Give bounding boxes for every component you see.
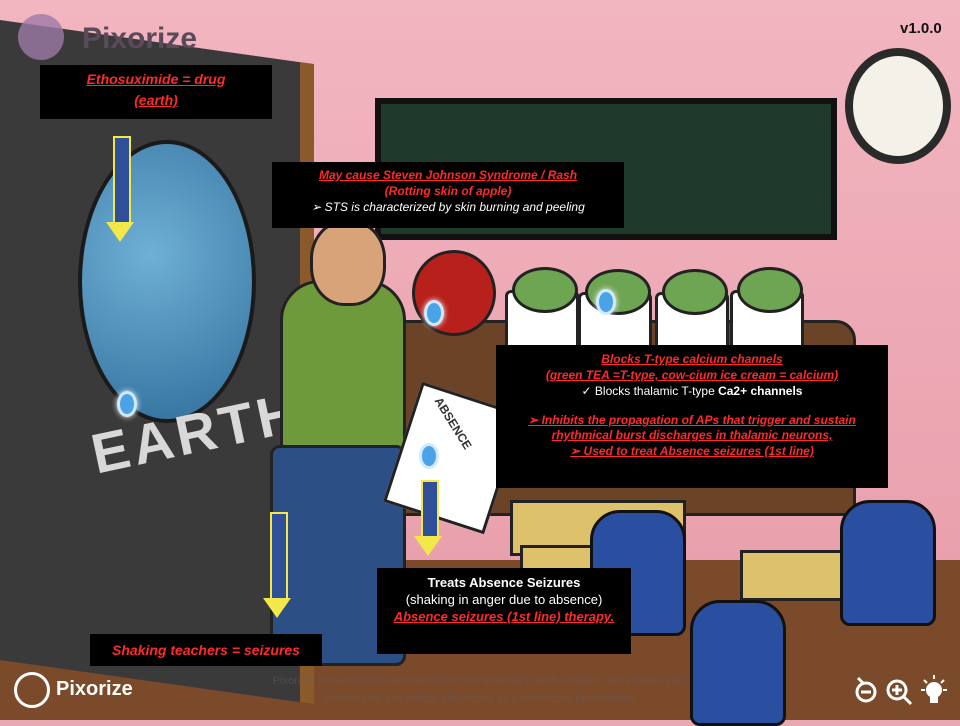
bullet-arrow-icon: ➢: [528, 413, 542, 427]
hotspot-earth[interactable]: [117, 391, 137, 417]
hotspot-apple[interactable]: [424, 300, 444, 326]
hint-button[interactable]: [918, 674, 950, 708]
t-type-channel-note: Blocks T-type calcium channels (green TE…: [496, 345, 888, 488]
bullet-arrow-icon: ➢: [570, 444, 584, 458]
student-chair: [840, 500, 936, 626]
pixorize-brain-icon: [14, 672, 50, 708]
lightbulb-icon: [921, 675, 947, 703]
zoom-in-icon: [886, 679, 913, 706]
treats-subtitle: (shaking in anger due to absence): [405, 592, 603, 607]
version-label: v1.0.0: [900, 20, 942, 37]
wall-clock: [845, 48, 951, 164]
t-type-check-text: Blocks thalamic T-type: [594, 384, 719, 398]
pixorize-wordmark: Pixorize: [56, 678, 133, 700]
arrow-down-icon: [414, 480, 442, 558]
sjs-title: May cause Steven Johnson Syndrome / Rash: [318, 168, 578, 182]
clipboard-label: ABSENCE: [431, 394, 475, 452]
sjs-bullet: STS is characterized by skin burning and…: [324, 200, 585, 214]
sjs-subtitle: (Rotting skin of apple): [384, 184, 512, 198]
hotspot-clipboard[interactable]: [419, 443, 439, 469]
stevens-johnson-note: May cause Steven Johnson Syndrome / Rash…: [272, 162, 624, 228]
bullet-arrow-icon: ➢: [311, 200, 325, 214]
pixorize-logo-top: Pixorize: [18, 12, 208, 62]
checkmark-icon: ✓: [581, 384, 595, 398]
zoom-out-button[interactable]: [852, 674, 884, 708]
t-type-title: Blocks T-type calcium channels: [601, 352, 783, 366]
copyright-watermark: Pixorize. Unauthorized reproduction of t…: [272, 675, 688, 705]
earth-globe-illustration: [78, 140, 256, 423]
hotspot-ice-cream[interactable]: [596, 289, 616, 315]
t-type-indication: Used to treat Absence seizures (1st line…: [583, 444, 814, 458]
pixorize-logo-bottom[interactable]: Pixorize: [14, 668, 154, 708]
pixorize-wordmark: Pixorize: [82, 22, 198, 55]
ethosuximide-subtitle: (earth): [134, 92, 178, 108]
pixorize-brain-icon: [18, 14, 64, 60]
ethosuximide-note: Ethosuximide = drug (earth): [40, 65, 272, 119]
student-chair: [690, 600, 786, 726]
zoom-in-button[interactable]: [884, 674, 916, 708]
treats-therapy: Absence seizures (1st line) therapy.: [393, 609, 615, 624]
t-type-mechanism: Inhibits the propagation of APs that tri…: [541, 413, 856, 442]
t-type-mnemonic: (green TEA =T-type, cow-cium ice cream =…: [545, 368, 839, 382]
arrow-down-icon: [106, 136, 134, 244]
shaking-teachers-note: Shaking teachers = seizures: [90, 634, 322, 666]
treats-title: Treats Absence Seizures: [427, 575, 581, 590]
t-type-check-bold: Ca2+ channels: [718, 384, 803, 398]
shaking-title: Shaking teachers = seizures: [112, 642, 300, 658]
arrow-down-icon: [263, 512, 291, 620]
treats-absence-note: Treats Absence Seizures (shaking in ange…: [377, 568, 631, 654]
ethosuximide-title: Ethosuximide = drug: [86, 71, 226, 87]
zoom-out-icon: [855, 676, 877, 703]
